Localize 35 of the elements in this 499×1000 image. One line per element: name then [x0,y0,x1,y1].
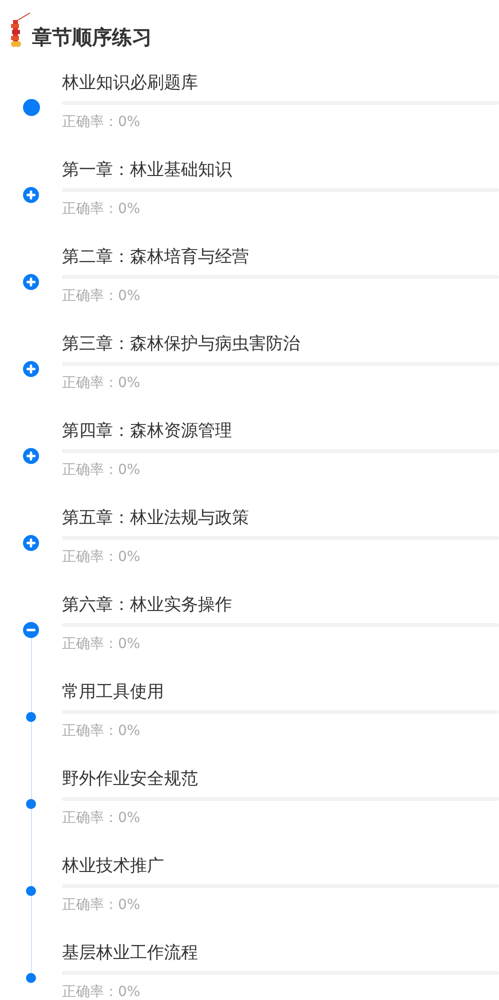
accuracy-text: 正确率：0% [62,896,142,915]
accuracy-text: 正确率：0% [62,374,142,393]
accuracy-text: 正确率：0% [62,635,142,654]
accuracy-text: 正确率：0% [62,722,142,741]
accuracy-text: 正确率：0% [62,200,142,219]
expand-icon[interactable] [23,448,39,464]
chapter-title[interactable]: 第三章：森林保护与病虫害防治 [62,333,499,355]
dot-icon [26,972,36,982]
firecracker-icon [8,12,32,50]
dot-icon [26,886,36,896]
section-title[interactable]: 野外作业安全规范 [62,768,499,790]
section-title[interactable]: 基层林业工作流程 [62,942,499,964]
expand-icon[interactable] [23,534,39,550]
dot-icon [26,798,36,808]
dot-icon [22,99,40,116]
chapter-title[interactable]: 林业知识必刷题库 [62,72,499,94]
accuracy-text: 正确率：0% [62,809,142,828]
accuracy-text: 正确率：0% [62,461,142,480]
section-title[interactable]: 常用工具使用 [62,681,499,703]
collapse-icon[interactable] [23,622,39,638]
section-title[interactable]: 林业技术推广 [62,855,499,877]
page-title: 章节顺序练习 [32,24,152,50]
accuracy-text: 正确率：0% [62,113,142,132]
expand-icon[interactable] [23,360,39,376]
chapter-title[interactable]: 第五章：林业法规与政策 [62,507,499,529]
expand-icon[interactable] [23,274,39,290]
accuracy-text: 正确率：0% [62,287,142,306]
chapter-title[interactable]: 第一章：林业基础知识 [62,159,499,181]
accuracy-text: 正确率：0% [62,983,142,1000]
chapter-title[interactable]: 第二章：森林培育与经营 [62,246,499,268]
dot-icon [26,712,36,722]
chapter-title[interactable]: 第四章：森林资源管理 [62,420,499,442]
expand-icon[interactable] [23,186,39,202]
accuracy-text: 正确率：0% [62,548,142,567]
chapter-title[interactable]: 第六章：林业实务操作 [62,594,499,616]
